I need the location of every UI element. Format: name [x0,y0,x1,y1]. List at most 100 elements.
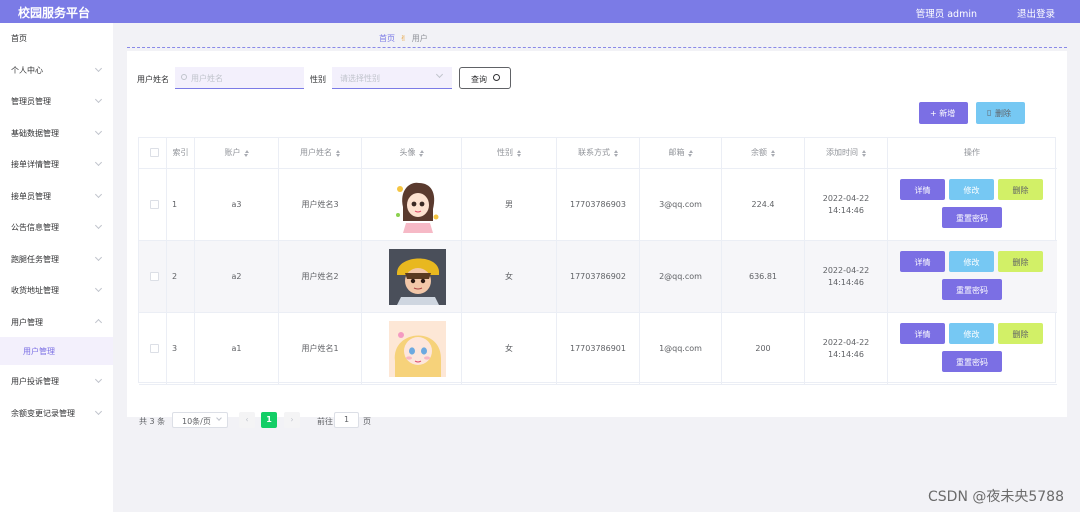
sidebar-item-balance-log[interactable]: 余额变更记录管理 [0,398,113,428]
reset-password-label: 重置密码 [956,286,988,295]
sidebar-item-couriers[interactable]: 接单员管理 [0,181,113,211]
header-gender[interactable]: 性别 [462,138,557,168]
page-number-active[interactable]: 1 [261,412,277,428]
header-actions: 操作 [888,138,1056,168]
logout-link[interactable]: 退出登录 [1017,6,1055,20]
cell-value: 用户姓名1 [301,343,339,353]
row-checkbox[interactable] [150,271,159,281]
header-account[interactable]: 账户 [195,138,279,168]
edit-button[interactable]: 修改 [949,179,994,200]
sidebar-item-label: 首页 [11,34,27,43]
cell-value: 用户姓名3 [301,199,339,209]
divider [127,47,1067,48]
sort-icon[interactable] [244,150,249,157]
sidebar-item-label: 收货地址管理 [11,286,59,295]
select-all-checkbox[interactable] [150,148,159,157]
sidebar-item-base-data[interactable]: 基础数据管理 [0,118,113,148]
chevron-down-icon [94,375,103,384]
header-time[interactable]: 添加时间 [805,138,888,168]
gender-select[interactable]: 请选择性别 [332,67,452,89]
cell-name: 用户姓名2 [279,241,362,312]
header-label: 账户 [224,148,241,157]
header-balance[interactable]: 余额 [722,138,805,168]
header-avatar[interactable]: 头像 [362,138,462,168]
sidebar-item-tasks[interactable]: 跑腿任务管理 [0,244,113,274]
header-name[interactable]: 用户姓名 [279,138,362,168]
goto-label: 前往 [317,417,333,426]
breadcrumb-home[interactable]: 首页 [379,34,395,43]
current-user: 管理员 admin [915,9,977,20]
reset-password-button[interactable]: 重置密码 [942,351,1002,372]
cell-phone: 17703786902 [557,241,640,312]
header-phone[interactable]: 联系方式 [557,138,640,168]
cell-gender: 女 [462,241,557,312]
avatar[interactable] [389,249,446,305]
header-email[interactable]: 邮箱 [640,138,722,168]
cell-value: 女 [505,271,513,281]
cell-account: a1 [195,313,279,384]
chevron-down-icon [94,127,103,136]
sidebar-item-complaints[interactable]: 用户投诉管理 [0,366,113,396]
sidebar-item-admins[interactable]: 管理员管理 [0,86,113,116]
sidebar-item-order-details[interactable]: 接单详情管理 [0,149,113,179]
delete-button[interactable]: 删除 [998,251,1043,272]
edit-button-label: 修改 [963,186,980,195]
sort-icon[interactable] [419,150,424,157]
sort-icon[interactable] [335,150,340,157]
avatar[interactable] [389,321,446,377]
sort-icon[interactable] [688,150,693,157]
bulk-delete-button[interactable]: ▯ 删除 [976,102,1025,124]
prev-page-button[interactable]: ‹ [239,412,255,428]
cell-value: a1 [231,343,242,353]
page-suffix: 页 [363,417,371,426]
delete-button[interactable]: 删除 [998,323,1043,344]
add-button[interactable]: + 新增 [919,102,968,124]
sidebar-item-label: 用户管理 [11,318,43,327]
reset-password-label: 重置密码 [956,214,988,223]
chevron-down-icon [94,253,103,262]
edit-button[interactable]: 修改 [949,251,994,272]
sidebar-item-notices[interactable]: 公告信息管理 [0,212,113,242]
sort-icon[interactable] [516,150,521,157]
detail-button[interactable]: 详情 [900,251,945,272]
cell-value: a2 [231,271,242,281]
chevron-down-icon [435,70,444,79]
name-search-input[interactable]: 用户姓名 [175,67,304,89]
sidebar-item-label: 余额变更记录管理 [11,409,75,418]
breadcrumb-separator-icon: ✌ [400,34,407,43]
row-select-cell [139,313,167,384]
query-button[interactable]: 查询 [459,67,511,89]
detail-button[interactable]: 详情 [900,179,945,200]
edit-button[interactable]: 修改 [949,323,994,344]
sort-icon[interactable] [613,150,618,157]
reset-password-button[interactable]: 重置密码 [942,279,1002,300]
delete-button[interactable]: 删除 [998,179,1043,200]
next-page-button[interactable]: › [284,412,300,428]
avatar[interactable] [389,177,446,233]
page-size-select[interactable]: 10条/页 [172,412,228,428]
detail-button[interactable]: 详情 [900,323,945,344]
sidebar-item-label: 管理员管理 [11,97,51,106]
sidebar-item-addresses[interactable]: 收货地址管理 [0,275,113,305]
cell-actions: 详情 修改 删除 重置密码 [888,313,1056,384]
table-header-row: 索引 账户 用户姓名 头像 性别 联系方式 邮箱 余额 添加时间 操作 [139,138,1057,169]
sidebar-item-users[interactable]: 用户管理 [0,307,113,337]
name-search-placeholder: 用户姓名 [191,74,223,83]
reset-password-button[interactable]: 重置密码 [942,207,1002,228]
sort-icon[interactable] [861,150,866,157]
edit-button-label: 修改 [963,258,980,267]
cell-account: a3 [195,169,279,240]
sidebar-subitem-users[interactable]: 用户管理 [0,337,113,365]
sidebar-item-home[interactable]: 首页 [0,23,113,53]
sidebar-item-label: 基础数据管理 [11,129,59,138]
cell-time: 2022-04-22 14:14:46 [805,313,888,384]
sidebar-item-label: 跑腿任务管理 [11,255,59,264]
row-checkbox[interactable] [150,343,159,353]
table-row: 3 a1 用户姓名1 女 17703786901 1@qq.com 200 20… [139,313,1057,385]
header-label: 索引 [172,148,189,157]
sidebar-item-profile[interactable]: 个人中心 [0,55,113,85]
sort-icon[interactable] [770,150,775,157]
row-checkbox[interactable] [150,199,159,209]
goto-page-input[interactable]: 1 [334,412,359,428]
cell-value: 17703786903 [570,199,626,209]
